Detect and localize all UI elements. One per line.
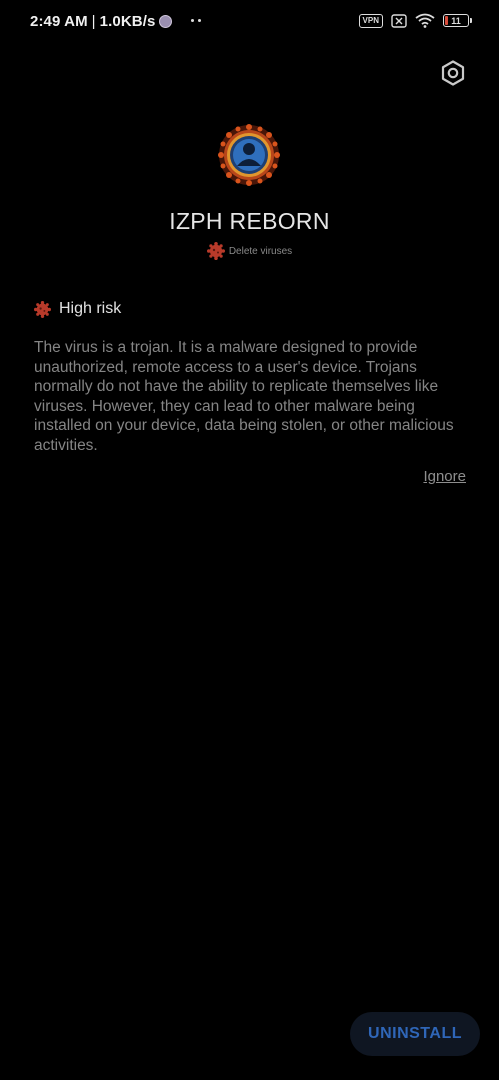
shield-icon xyxy=(159,15,173,28)
status-left: 2:49 AM | 1.0KB/s xyxy=(30,13,173,30)
risk-level: High risk xyxy=(34,300,121,318)
app-name: IZPH REBORN xyxy=(169,208,330,234)
more-notifications-icon xyxy=(191,19,201,22)
battery-fill xyxy=(445,16,448,25)
network-speed: 1.0KB/s xyxy=(99,13,156,30)
app-subtitle: Delete viruses xyxy=(0,242,499,260)
ignore-link[interactable]: Ignore xyxy=(423,468,466,485)
status-right: VPN 11 xyxy=(358,13,472,28)
vpn-icon: VPN xyxy=(358,13,383,28)
subtitle-text: Delete viruses xyxy=(228,245,293,257)
status-bar: 2:49 AM | 1.0KB/s VPN 11 xyxy=(0,0,499,44)
virus-icon xyxy=(34,300,51,318)
app-logo-image xyxy=(218,124,280,186)
status-time: 2:49 AM xyxy=(30,13,88,30)
settings-button[interactable] xyxy=(439,59,467,87)
app-logo xyxy=(218,124,280,186)
risk-label: High risk xyxy=(59,300,122,317)
status-separator: | xyxy=(91,13,96,30)
wifi-icon xyxy=(415,13,435,28)
risk-description: The virus is a trojan. It is a malware d… xyxy=(34,339,454,454)
virus-icon xyxy=(206,242,225,260)
battery-icon: 11 xyxy=(443,14,472,27)
sim-icon xyxy=(391,13,407,28)
uninstall-button[interactable]: UNINSTALL xyxy=(350,1012,480,1056)
battery-level: 11 xyxy=(451,15,461,26)
gear-icon xyxy=(441,60,465,86)
